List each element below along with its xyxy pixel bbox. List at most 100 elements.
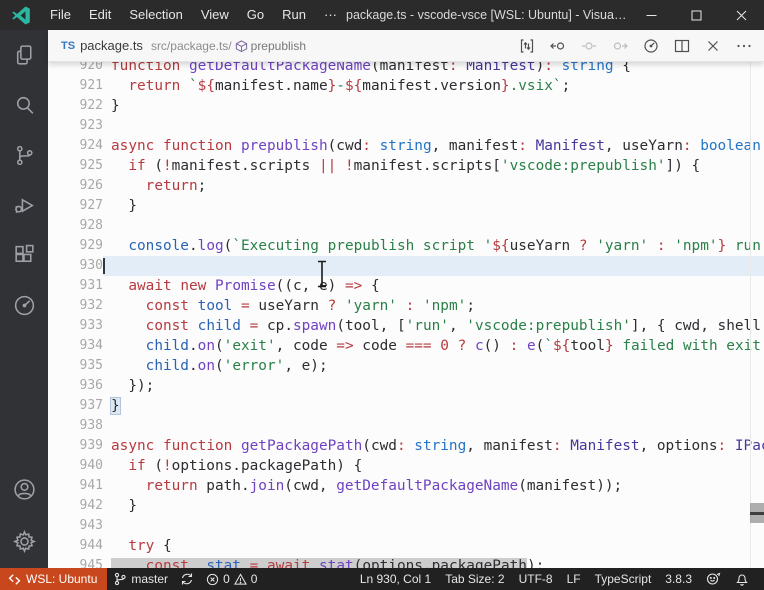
line-number: 940 (48, 456, 103, 476)
close-editor-icon[interactable] (705, 38, 721, 54)
current-change-icon[interactable] (581, 38, 597, 54)
problems-indicator[interactable]: 0 0 (200, 568, 263, 590)
line-number: 945 (48, 556, 103, 568)
account-icon[interactable] (0, 464, 48, 514)
code-line[interactable]: 929 console.log(`Executing prepublish sc… (48, 236, 764, 256)
code-line[interactable]: 942 } (48, 496, 764, 516)
code-line[interactable]: 920function getDefaultPackageName(manife… (48, 62, 764, 76)
menu-run[interactable]: Run (273, 0, 315, 30)
code-line[interactable]: 932 const tool = useYarn ? 'yarn' : 'npm… (48, 296, 764, 316)
line-number: 921 (48, 76, 103, 96)
line-number: 936 (48, 376, 103, 396)
file-history-icon[interactable] (643, 38, 659, 54)
warnings-icon (234, 573, 247, 586)
file-history-icon[interactable] (0, 280, 48, 330)
line-number: 927 (48, 196, 103, 216)
menu-view[interactable]: View (192, 0, 238, 30)
line-number: 934 (48, 336, 103, 356)
code-line[interactable]: 921 return `${manifest.name}-${manifest.… (48, 76, 764, 96)
more-actions-icon[interactable] (736, 38, 752, 54)
language-mode[interactable]: TypeScript (588, 568, 659, 590)
code-line[interactable]: 930 (48, 256, 764, 276)
remote-label: WSL: Ubuntu (26, 572, 97, 586)
line-number: 942 (48, 496, 103, 516)
activity-bar (0, 30, 48, 568)
line-number: 920 (48, 62, 103, 76)
code-line[interactable]: 924async function prepublish(cwd: string… (48, 136, 764, 156)
open-changes-icon[interactable] (519, 38, 535, 54)
git-branch-indicator[interactable]: master (107, 568, 174, 590)
indentation-setting[interactable]: Tab Size: 2 (438, 568, 511, 590)
code-line[interactable]: 935 child.on('error', e); (48, 356, 764, 376)
code-line[interactable]: 940 if (!options.packagePath) { (48, 456, 764, 476)
code-line[interactable]: 927 } (48, 196, 764, 216)
line-number: 939 (48, 436, 103, 456)
title-bar: File Edit Selection View Go Run ··· pack… (0, 0, 764, 30)
previous-change-icon[interactable] (550, 38, 566, 54)
typescript-version[interactable]: 3.8.3 (658, 568, 699, 590)
scrollbar-thumb[interactable] (750, 503, 764, 523)
line-number: 938 (48, 416, 103, 436)
menu-go[interactable]: Go (238, 0, 273, 30)
explorer-icon[interactable] (0, 30, 48, 80)
line-number: 928 (48, 216, 103, 236)
eol-setting[interactable]: LF (560, 568, 588, 590)
code-line[interactable]: 943 (48, 516, 764, 536)
code-line[interactable]: 933 const child = cp.spawn(tool, ['run',… (48, 316, 764, 336)
code-line[interactable]: 922} (48, 96, 764, 116)
code-line[interactable]: 925 if (!manifest.scripts || !manifest.s… (48, 156, 764, 176)
split-editor-icon[interactable] (674, 38, 690, 54)
menu-file[interactable]: File (41, 0, 80, 30)
status-bar: WSL: Ubuntu master 0 0 Ln 930, Col 1 Tab… (0, 568, 764, 590)
code-line[interactable]: 938 (48, 416, 764, 436)
code-line[interactable]: 936 }); (48, 376, 764, 396)
code-line[interactable]: 926 return; (48, 176, 764, 196)
code-line[interactable]: 941 return path.join(cwd, getDefaultPack… (48, 476, 764, 496)
extensions-icon[interactable] (0, 230, 48, 280)
code-line[interactable]: 945 const _stat = await stat(options.pac… (48, 556, 764, 568)
notifications-bell-icon[interactable] (728, 568, 756, 590)
remote-indicator[interactable]: WSL: Ubuntu (0, 568, 107, 590)
breadcrumb-path[interactable]: src/package.ts/ (151, 39, 232, 53)
feedback-icon[interactable] (699, 568, 728, 590)
menu-selection[interactable]: Selection (120, 0, 191, 30)
warning-count: 0 (251, 572, 258, 586)
settings-gear-icon[interactable] (0, 514, 48, 568)
cursor-position[interactable]: Ln 930, Col 1 (353, 568, 438, 590)
maximize-button[interactable] (674, 0, 719, 30)
line-number: 941 (48, 476, 103, 496)
search-icon[interactable] (0, 80, 48, 130)
encoding-setting[interactable]: UTF-8 (512, 568, 560, 590)
menu-edit[interactable]: Edit (80, 0, 120, 30)
git-branch-icon (113, 572, 127, 586)
code-line[interactable]: 937} (48, 396, 764, 416)
code-editor[interactable]: 920function getDefaultPackageName(manife… (48, 62, 764, 568)
line-number: 935 (48, 356, 103, 376)
open-file-name[interactable]: package.ts (80, 38, 143, 53)
minimize-button[interactable] (629, 0, 674, 30)
editor-title-row: TS package.ts src/package.ts/ prepublish (48, 30, 764, 62)
line-number: 932 (48, 296, 103, 316)
code-line[interactable]: 939async function getPackagePath(cwd: st… (48, 436, 764, 456)
code-line[interactable]: 928 (48, 216, 764, 236)
source-control-icon[interactable] (0, 130, 48, 180)
breadcrumb-symbol[interactable]: prepublish (235, 39, 306, 53)
error-count: 0 (223, 572, 230, 586)
menu-more[interactable]: ··· (315, 0, 346, 30)
close-button[interactable] (719, 0, 764, 30)
errors-icon (206, 573, 219, 586)
sync-button[interactable] (174, 568, 200, 590)
line-number: 924 (48, 136, 103, 156)
code-line[interactable]: 934 child.on('exit', code => code === 0 … (48, 336, 764, 356)
code-line[interactable]: 931 await new Promise((c, e) => { (48, 276, 764, 296)
line-number: 933 (48, 316, 103, 336)
text-caret (103, 258, 105, 274)
code-line[interactable]: 923 (48, 116, 764, 136)
run-debug-icon[interactable] (0, 180, 48, 230)
code-line[interactable]: 944 try { (48, 536, 764, 556)
next-change-icon[interactable] (612, 38, 628, 54)
typescript-file-icon: TS (61, 40, 75, 52)
line-number: 925 (48, 156, 103, 176)
scrollbar-track[interactable] (750, 62, 751, 568)
line-number: 943 (48, 516, 103, 536)
